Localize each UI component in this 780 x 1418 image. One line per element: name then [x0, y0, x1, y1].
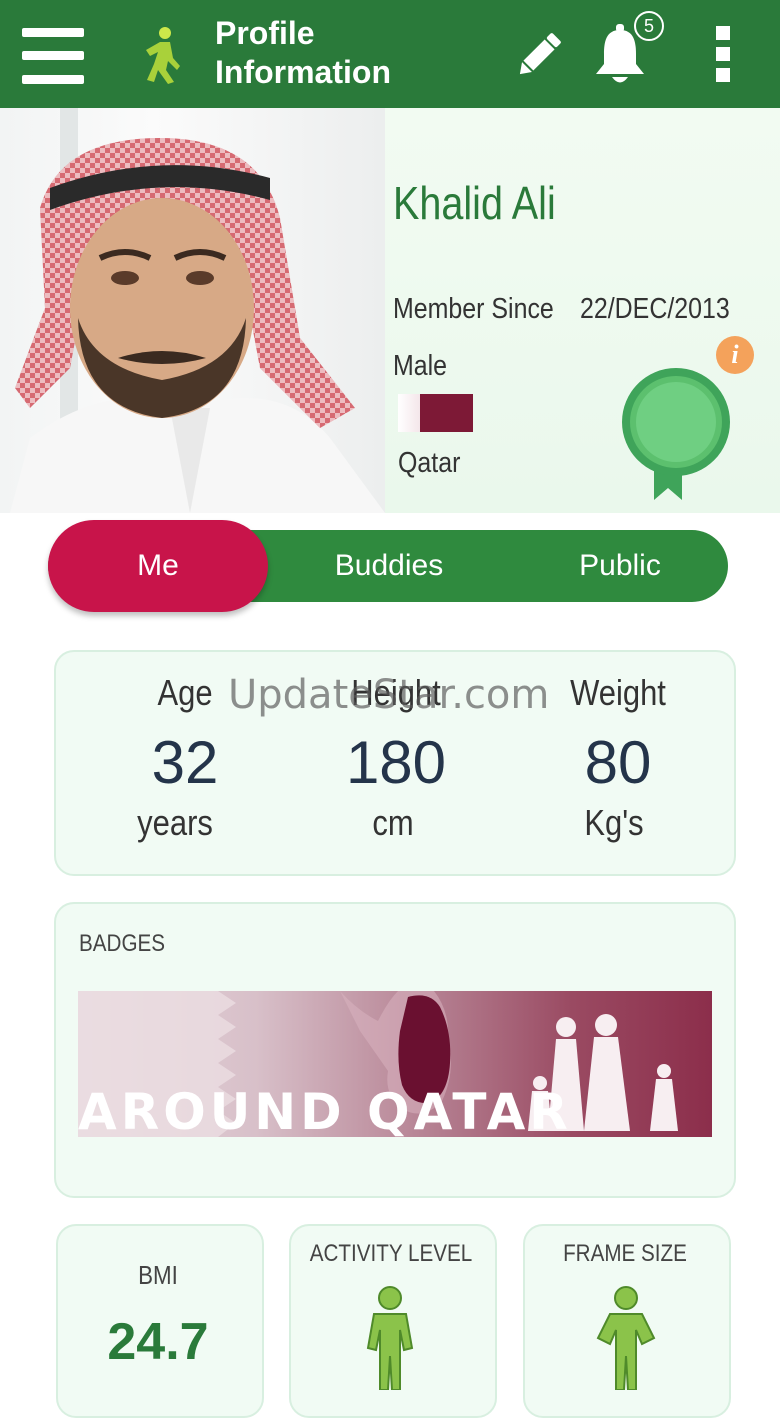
pencil-icon[interactable] — [512, 28, 566, 82]
height-label: Height — [351, 672, 441, 713]
weight-label: Weight — [570, 672, 666, 713]
figure-icon — [596, 1286, 656, 1390]
tab-me[interactable]: Me — [48, 520, 268, 612]
age-label: Age — [157, 672, 213, 713]
bmi-label: BMI — [138, 1260, 178, 1290]
age-unit: years — [137, 802, 213, 843]
country-value: Qatar — [398, 447, 461, 479]
notification-count-badge: 5 — [634, 11, 664, 41]
bmi-value: 24.7 — [107, 1313, 209, 1371]
height-value: 180 — [345, 729, 447, 796]
walker-icon — [146, 27, 180, 84]
weight-value: 80 — [584, 729, 652, 796]
height-unit: cm — [372, 802, 414, 843]
member-since-date: 22/DEC/2013 — [580, 293, 730, 325]
tab-buddies[interactable]: Buddies — [300, 530, 478, 602]
frame-size-label: FRAME SIZE — [563, 1240, 687, 1267]
avatar — [10, 108, 385, 513]
gender-value: Male — [393, 350, 448, 382]
menu-icon[interactable] — [22, 28, 84, 84]
figure-icon — [366, 1286, 414, 1390]
profile-photo — [0, 108, 385, 513]
more-vert-icon[interactable] — [714, 26, 734, 82]
activity-level-label: ACTIVITY LEVEL — [309, 1240, 473, 1267]
page-title-line2: Information — [215, 54, 391, 90]
weight-unit: Kg's — [584, 802, 644, 843]
qatar-flag — [398, 394, 473, 432]
tab-public[interactable]: Public — [540, 530, 700, 602]
around-qatar-badge[interactable]: AROUND QATAR — [78, 991, 712, 1137]
page-title-line1: Profile — [215, 15, 315, 51]
profile-name: Khalid Ali — [393, 177, 556, 229]
page-title: Profile Information — [215, 14, 391, 92]
badge-banner-text: AROUND QATAR — [78, 1083, 572, 1137]
badges-heading: BADGES — [79, 930, 166, 957]
rosette-icon — [622, 368, 730, 500]
member-since-label: Member Since — [393, 293, 554, 325]
age-value: 32 — [151, 729, 219, 796]
